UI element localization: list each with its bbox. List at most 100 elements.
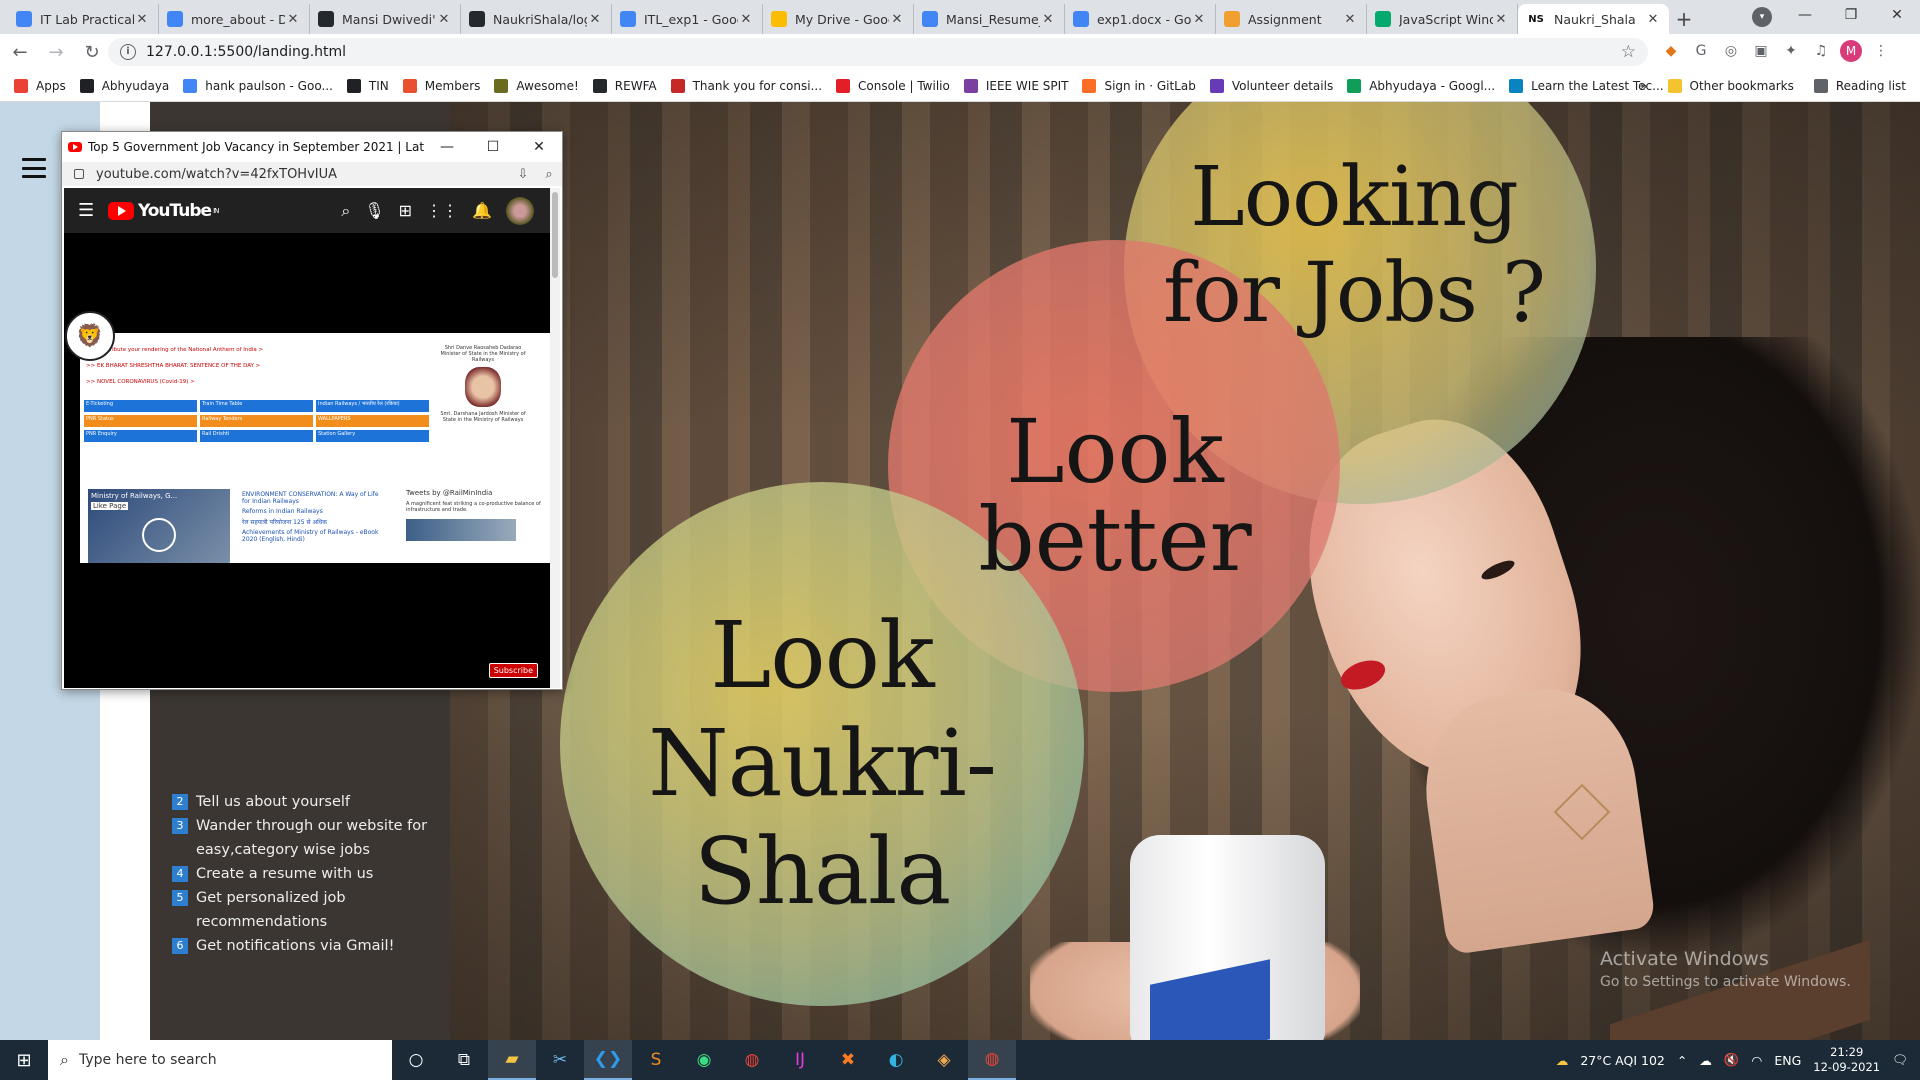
bookmark-abhyudaya[interactable]: Abhyudaya	[79, 78, 169, 93]
notifications-bell-icon[interactable]: 🔔	[472, 201, 492, 220]
site-info-icon[interactable]: i	[120, 44, 136, 60]
subscribe-badge[interactable]: Subscribe	[488, 663, 538, 678]
new-tab-button[interactable]: +	[1669, 4, 1699, 34]
youtube-menu-icon[interactable]: ☰	[78, 200, 108, 221]
android-studio-icon[interactable]: ◉	[680, 1040, 728, 1080]
bookmark-abhyudaya-googl[interactable]: Abhyudaya - Googl...	[1347, 78, 1495, 93]
wifi-icon[interactable]: ◠	[1751, 1053, 1762, 1068]
bookmark-ieee-wie-spit[interactable]: IEEE WIE SPIT	[963, 78, 1068, 93]
bookmark-star-icon[interactable]: ☆	[1621, 42, 1636, 62]
tab-close-icon[interactable]: ✕	[285, 12, 301, 27]
bookmark-tin[interactable]: TIN	[346, 78, 389, 93]
profile-avatar[interactable]: M	[1840, 40, 1862, 62]
bookmark-volunteer-details[interactable]: Volunteer details	[1209, 78, 1333, 93]
tab-my-drive-goog[interactable]: My Drive - Goog ✕	[763, 4, 914, 34]
weather-icon[interactable]: ☁	[1556, 1053, 1569, 1068]
clock[interactable]: 21:29 12-09-2021	[1813, 1045, 1880, 1075]
tab-close-icon[interactable]: ✕	[436, 12, 452, 27]
create-video-icon[interactable]: ⊞	[399, 201, 412, 220]
vscode-icon[interactable]: ❮❯	[584, 1040, 632, 1080]
bookmark-awesome[interactable]: Awesome!	[494, 78, 579, 93]
language-indicator[interactable]: ENG	[1774, 1053, 1801, 1068]
cortana-icon[interactable]: ○	[392, 1040, 440, 1080]
popup-scrollbar[interactable]	[550, 188, 560, 688]
bookmark-thank-you-for-consi[interactable]: Thank you for consi...	[670, 78, 822, 93]
grammar-extension-icon[interactable]: G	[1690, 40, 1712, 62]
youtube-popup-window[interactable]: Top 5 Government Job Vacancy in Septembe…	[61, 131, 563, 690]
bookmark-rewfa[interactable]: REWFA	[592, 78, 657, 93]
popup-minimize-icon[interactable]: —	[424, 139, 470, 155]
back-icon[interactable]: ←	[4, 36, 36, 68]
other-bookmarks[interactable]: Other bookmarks	[1667, 79, 1794, 93]
tab-close-icon[interactable]: ✕	[1040, 12, 1056, 27]
tab-search-icon[interactable]: ▾	[1752, 7, 1772, 27]
tab-close-icon[interactable]: ✕	[587, 12, 603, 27]
tab-close-icon[interactable]: ✕	[1493, 12, 1509, 27]
tab-assignment[interactable]: Assignment ✕	[1216, 4, 1367, 34]
popup-close-icon[interactable]: ✕	[516, 139, 562, 155]
forward-icon[interactable]: →	[40, 36, 72, 68]
virtualbox-icon[interactable]: ◈	[920, 1040, 968, 1080]
chrome-profile-taskbar-icon[interactable]: ◍	[968, 1040, 1016, 1080]
intellij-icon[interactable]: IJ	[776, 1040, 824, 1080]
xampp-icon[interactable]: ✖	[824, 1040, 872, 1080]
edge-icon[interactable]: ◐	[872, 1040, 920, 1080]
chrome-menu-icon[interactable]: ⋮	[1870, 40, 1892, 62]
tray-chevron-icon[interactable]: ⌃	[1677, 1053, 1687, 1068]
tab-mansi-resume[interactable]: Mansi_Resume_ ✕	[914, 4, 1065, 34]
close-window-icon[interactable]: ✕	[1874, 0, 1920, 30]
video-frame[interactable]: >> Contribute your rendering of the Nati…	[80, 333, 550, 563]
youtube-avatar[interactable]	[506, 196, 534, 225]
tracker-icon[interactable]: ◎	[1720, 40, 1742, 62]
weather-text[interactable]: 27°C AQI 102	[1580, 1053, 1665, 1068]
reading-list[interactable]: Reading list	[1813, 79, 1906, 93]
channel-logo[interactable]: 🦁	[65, 311, 115, 361]
taskbar-search[interactable]: ⌕ Type here to search	[48, 1040, 392, 1080]
tab-close-icon[interactable]: ✕	[889, 12, 905, 27]
minimize-icon[interactable]: —	[1782, 0, 1828, 30]
extensions-puzzle-icon[interactable]: ✦	[1780, 40, 1802, 62]
tab-naukri-shala[interactable]: NS Naukri_Shala ✕	[1518, 4, 1669, 34]
windows-start-icon[interactable]: ⊞	[0, 1040, 48, 1080]
media-control-icon[interactable]: ♫	[1810, 40, 1832, 62]
hamburger-menu-icon[interactable]	[22, 158, 46, 178]
bookmark-members[interactable]: Members	[402, 78, 480, 93]
bookmarks-overflow-icon[interactable]: »	[1640, 79, 1647, 93]
bookmark-hank-paulson-goo[interactable]: hank paulson - Goo...	[183, 78, 333, 93]
tab-exp1-docx-goo[interactable]: exp1.docx - Goo ✕	[1065, 4, 1216, 34]
youtube-logo[interactable]: YouTube IN	[108, 201, 219, 221]
zoom-icon[interactable]: ⌕	[536, 167, 562, 182]
address-bar[interactable]: i 127.0.0.1:5500/landing.html ☆	[108, 38, 1648, 66]
tab-close-icon[interactable]: ✕	[1191, 12, 1207, 27]
tab-mansi-dwivedi-s[interactable]: Mansi Dwivedi's ✕	[310, 4, 461, 34]
install-app-icon[interactable]: ⇩	[510, 167, 536, 182]
notification-center-icon[interactable]: 🗨	[1892, 1052, 1908, 1068]
reload-icon[interactable]: ↻	[76, 36, 108, 68]
bookmark-apps[interactable]: Apps	[14, 78, 66, 93]
scrollbar-thumb[interactable]	[552, 192, 558, 278]
tray-apps-icon[interactable]: ☁	[1699, 1053, 1712, 1068]
chrome-taskbar-icon[interactable]: ◍	[728, 1040, 776, 1080]
tab-close-icon[interactable]: ✕	[1342, 12, 1358, 27]
apps-grid-icon[interactable]: ⋮⋮	[426, 201, 458, 220]
microphone-icon[interactable]: 🎙	[364, 201, 384, 220]
file-explorer-icon[interactable]: ▰	[488, 1040, 536, 1080]
snipping-tool-icon[interactable]: ✂	[536, 1040, 584, 1080]
popup-title-bar[interactable]: Top 5 Government Job Vacancy in Septembe…	[62, 132, 562, 162]
volume-muted-icon[interactable]: 🔇	[1724, 1052, 1740, 1068]
screen-capture-icon[interactable]: ▣	[1750, 40, 1772, 62]
sublime-text-icon[interactable]: S	[632, 1040, 680, 1080]
tab-itl-exp1-goog[interactable]: ITL_exp1 - Goog ✕	[612, 4, 763, 34]
tab-close-icon[interactable]: ✕	[738, 12, 754, 27]
popup-maximize-icon[interactable]: ☐	[470, 139, 516, 155]
metamask-icon[interactable]: ◆	[1660, 40, 1682, 62]
youtube-search-icon[interactable]: ⌕	[341, 201, 350, 221]
bookmark-console-twilio[interactable]: Console | Twilio	[836, 78, 950, 93]
tab-it-lab-practical[interactable]: IT Lab Practical ✕	[8, 4, 159, 34]
tab-close-icon[interactable]: ✕	[1645, 12, 1661, 27]
tab-javascript-wind[interactable]: JavaScript Wind ✕	[1367, 4, 1518, 34]
bookmark-sign-in-gitlab[interactable]: Sign in · GitLab	[1082, 78, 1196, 93]
restore-icon[interactable]: ❐	[1828, 0, 1874, 30]
tab-close-icon[interactable]: ✕	[134, 12, 150, 27]
tab-more-about-d[interactable]: more_about - D ✕	[159, 4, 310, 34]
